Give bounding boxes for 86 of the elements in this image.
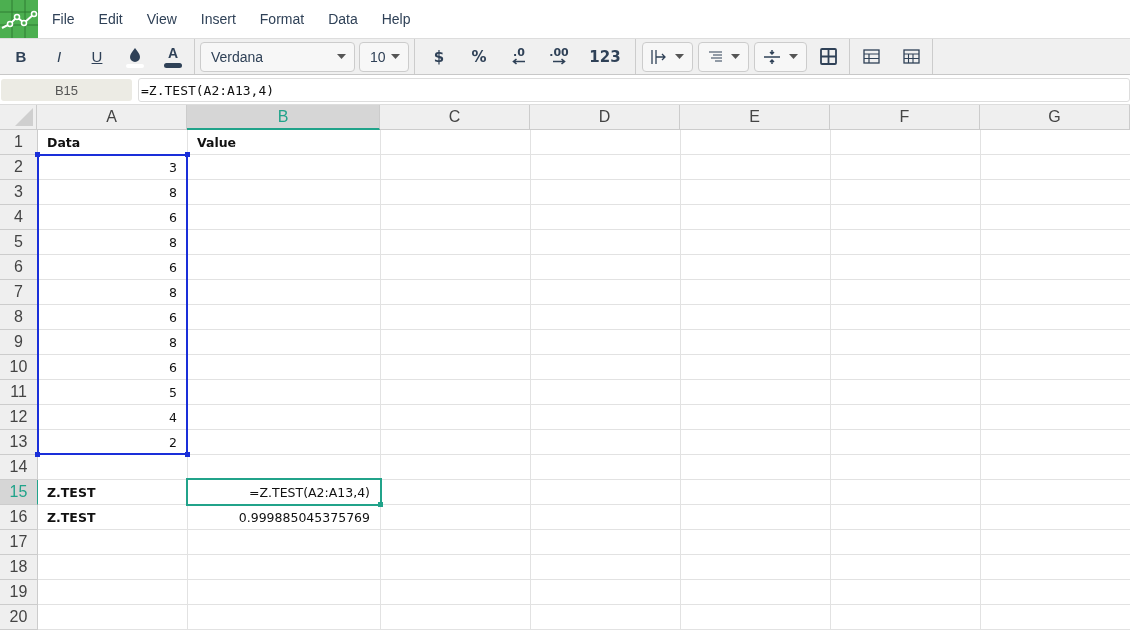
fill-handle[interactable] <box>378 502 383 507</box>
table-cell: Value <box>188 130 381 155</box>
row-header[interactable]: 19 <box>0 580 38 605</box>
menu-item[interactable]: Data <box>314 11 368 27</box>
table-cell: 5 <box>38 380 188 405</box>
table-icon <box>862 49 880 65</box>
font-select[interactable]: Verdana <box>200 41 355 72</box>
table-cell: 2 <box>38 430 188 455</box>
column-header[interactable]: C <box>380 105 530 130</box>
menu-item[interactable]: Insert <box>186 11 246 27</box>
increase-decimals-button[interactable]: .00 <box>540 40 578 73</box>
grid-icon <box>902 49 920 65</box>
font-size-select[interactable]: 10 <box>359 41 409 72</box>
menu-item[interactable]: Help <box>367 11 421 27</box>
vertical-align-icon <box>763 48 781 65</box>
table-cell: 8 <box>38 280 188 305</box>
vertical-align-button[interactable] <box>754 41 807 72</box>
table-cell: 0.999885045375769 <box>188 505 381 530</box>
name-box[interactable]: B15 <box>1 79 132 102</box>
menu-item[interactable]: View <box>132 11 187 27</box>
row-header[interactable]: 3 <box>0 180 38 205</box>
color-bar-icon <box>164 63 182 69</box>
right-arrow-icon <box>552 58 566 66</box>
caret-icon <box>337 54 346 60</box>
column-header[interactable]: E <box>680 105 830 130</box>
table-cell: 3 <box>38 155 188 180</box>
table-cell: 4 <box>38 405 188 430</box>
column-header[interactable]: F <box>830 105 980 130</box>
table-cell: 8 <box>38 180 188 205</box>
row-header[interactable]: 4 <box>0 205 38 230</box>
row-header[interactable]: 17 <box>0 530 38 555</box>
row-header[interactable]: 1 <box>0 130 38 155</box>
menu-item[interactable]: File <box>38 11 85 27</box>
corner-triangle-icon <box>15 108 33 126</box>
range-handle[interactable] <box>185 152 190 157</box>
row-header[interactable]: 11 <box>0 380 38 405</box>
column-header[interactable]: D <box>530 105 680 130</box>
borders-button[interactable] <box>642 41 693 72</box>
italic-button[interactable]: I <box>43 40 75 73</box>
row-header[interactable]: 12 <box>0 405 38 430</box>
table-cell: Z.TEST <box>38 505 188 530</box>
formula-input[interactable]: =Z.TEST(A2:A13,4) <box>138 78 1130 103</box>
align-right-icon <box>707 49 723 64</box>
range-handle[interactable] <box>35 452 40 457</box>
row-header[interactable]: 5 <box>0 230 38 255</box>
menu-item[interactable]: Edit <box>84 11 133 27</box>
bold-button[interactable]: B <box>5 40 37 73</box>
row-header[interactable]: 7 <box>0 280 38 305</box>
table-cell: 6 <box>38 305 188 330</box>
underline-button[interactable]: U <box>81 40 113 73</box>
text-color-button[interactable]: A <box>157 40 189 73</box>
table-cell: Z.TEST <box>38 480 188 505</box>
row-header[interactable]: 10 <box>0 355 38 380</box>
range-handle[interactable] <box>185 452 190 457</box>
row-header[interactable]: 13 <box>0 430 38 455</box>
row-header[interactable]: 18 <box>0 555 38 580</box>
menu-item[interactable]: Format <box>245 11 315 27</box>
column-header[interactable]: A <box>37 105 187 130</box>
active-cell[interactable]: =Z.TEST(A2:A13,4) <box>188 480 381 505</box>
number-format-button[interactable]: 123 <box>580 40 630 73</box>
border-icon <box>651 48 667 65</box>
caret-icon <box>675 54 684 60</box>
merge-cells-icon <box>819 48 837 66</box>
table-cell: 6 <box>38 255 188 280</box>
table-cell: 8 <box>38 230 188 255</box>
row-header[interactable]: 14 <box>0 455 38 480</box>
select-all-corner[interactable] <box>0 105 37 130</box>
column-header[interactable]: G <box>980 105 1130 130</box>
range-handle[interactable] <box>35 152 40 157</box>
row-header[interactable]: 8 <box>0 305 38 330</box>
table-cell: 6 <box>38 355 188 380</box>
currency-format-button[interactable]: $ <box>420 40 458 73</box>
caret-icon <box>391 54 400 60</box>
table-cell: 6 <box>38 205 188 230</box>
caret-icon <box>789 54 798 60</box>
decrease-decimals-button[interactable]: .0 <box>500 40 538 73</box>
row-header[interactable]: 9 <box>0 330 38 355</box>
left-arrow-icon <box>512 58 526 66</box>
align-button[interactable] <box>698 41 749 72</box>
row-header[interactable]: 2 <box>0 155 38 180</box>
percent-format-button[interactable]: % <box>460 40 498 73</box>
caret-icon <box>731 54 740 60</box>
table-cell: 8 <box>38 330 188 355</box>
row-header[interactable]: 16 <box>0 505 38 530</box>
row-header[interactable]: 6 <box>0 255 38 280</box>
row-header[interactable]: 20 <box>0 605 38 630</box>
